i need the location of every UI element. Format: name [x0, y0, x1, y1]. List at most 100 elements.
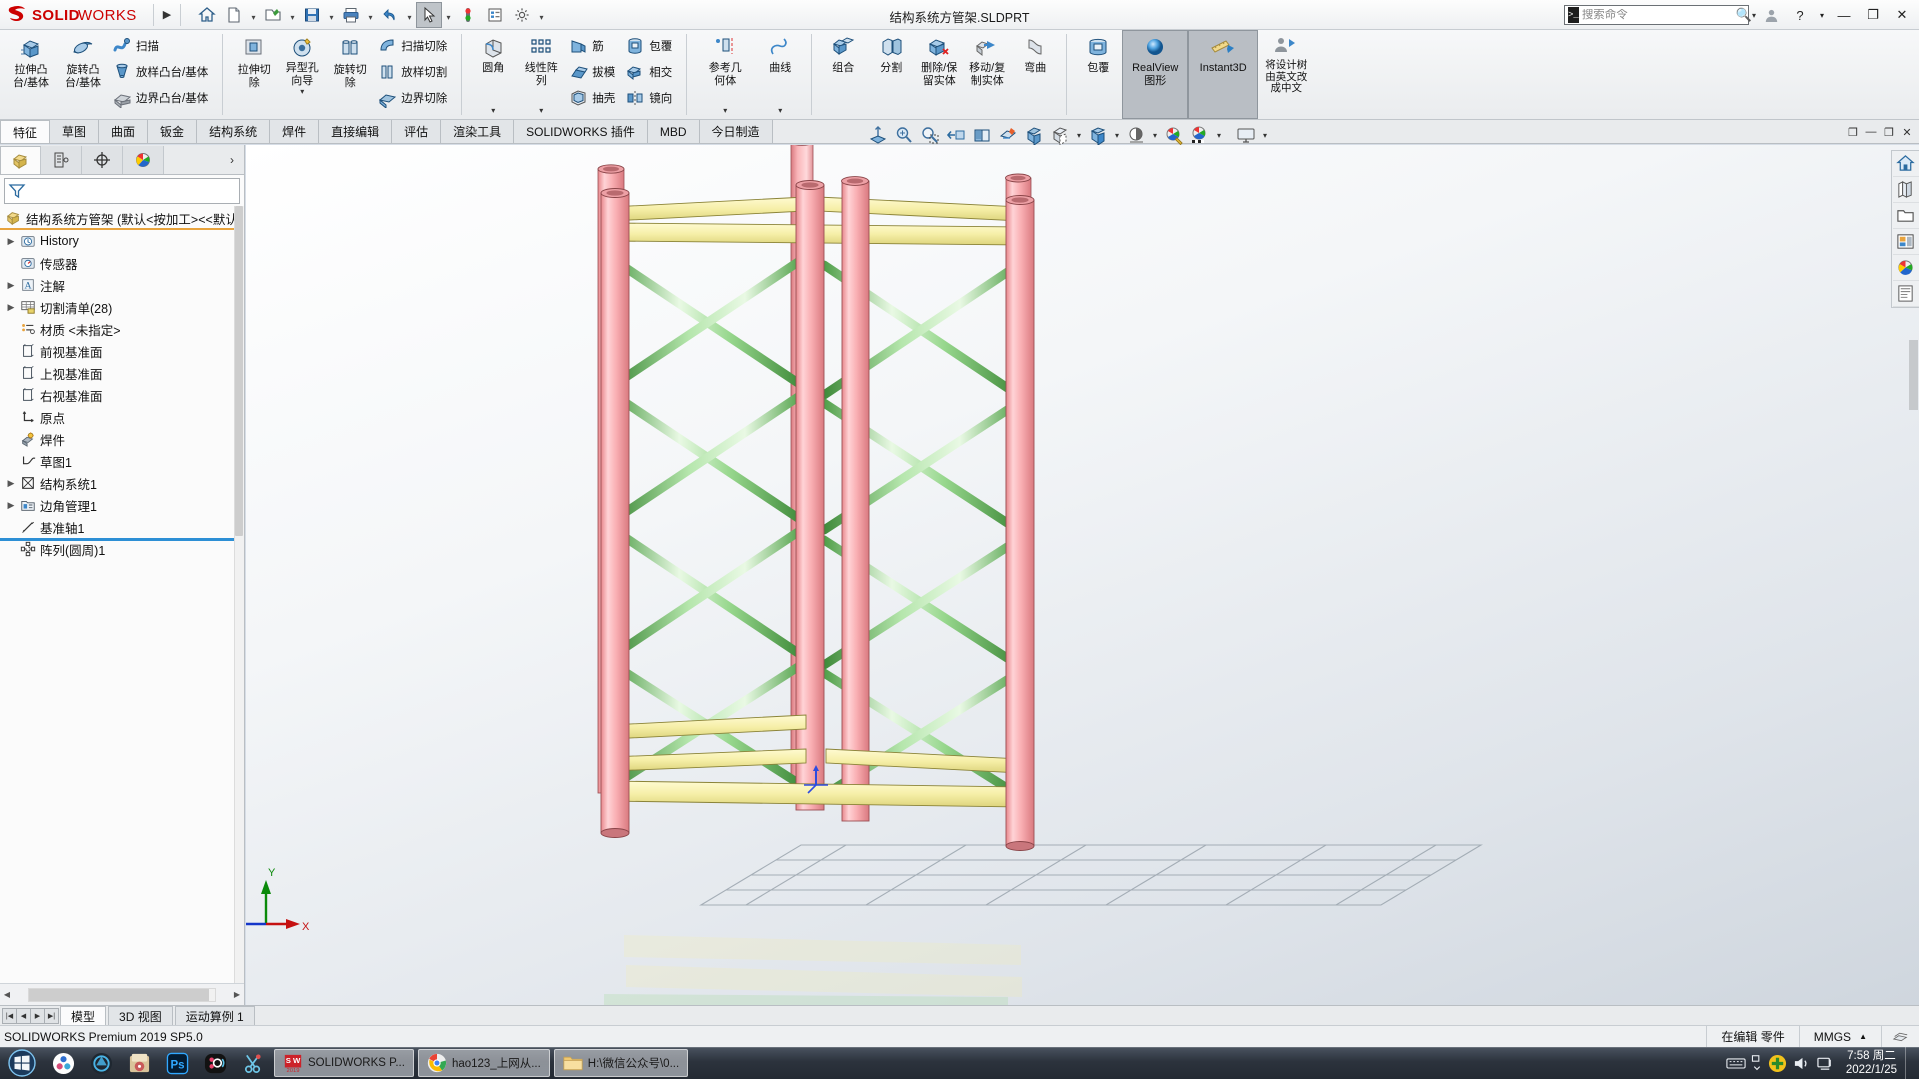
edit-appearance-icon[interactable] [1161, 122, 1187, 148]
restore-button[interactable]: ❐ [1860, 4, 1886, 26]
appearances-scenes-icon[interactable] [1892, 255, 1919, 281]
expand-arrow[interactable]: ▶ [4, 478, 18, 489]
tree-rollback-bar[interactable] [0, 538, 244, 541]
taskbar-task-explorer[interactable]: H:\微信公众号\0... [553, 1049, 689, 1077]
status-units[interactable]: MMGS ▲ [1798, 1025, 1881, 1048]
feature-tree-filter[interactable] [4, 178, 240, 204]
boundary-cut-button[interactable]: 边界切除 [374, 85, 454, 111]
sweep-cut-button[interactable]: 扫描切除 [374, 33, 454, 59]
minimize-button[interactable]: — [1831, 4, 1857, 26]
column-front-right-inner[interactable] [841, 176, 870, 822]
tree-item-axis1[interactable]: 基准轴1 [0, 516, 244, 538]
tree-item-history[interactable]: ▶ History [0, 230, 244, 252]
tree-item-sketch1[interactable]: 草图1 [0, 450, 244, 472]
taskbar-icon-media[interactable] [196, 1047, 234, 1079]
gear-caret[interactable]: ▾ [536, 2, 547, 28]
task-pane-home-icon[interactable] [1892, 151, 1919, 177]
taskbar-icon-folder-app[interactable] [120, 1047, 158, 1079]
open-folder-icon[interactable] [260, 2, 286, 28]
combine-button[interactable]: 组合 [819, 30, 867, 119]
save-caret[interactable]: ▾ [326, 2, 337, 28]
user-account-icon[interactable] [1758, 4, 1784, 26]
loft-cut-button[interactable]: 放样切割 [374, 59, 454, 85]
doc-restore-icon[interactable]: ❐ [1845, 124, 1861, 140]
revolve-boss-button[interactable]: 旋转凸 台/基体 [57, 30, 109, 119]
flex-button[interactable]: 弯曲 [1011, 30, 1059, 119]
tree-item-front-plane[interactable]: 前视基准面 [0, 340, 244, 362]
view-palette-icon[interactable] [1892, 229, 1919, 255]
print-caret[interactable]: ▾ [365, 2, 376, 28]
select-caret[interactable]: ▾ [443, 2, 454, 28]
scroll-left-arrow[interactable]: ◀ [0, 990, 14, 999]
wrap-button[interactable]: 包覆 [622, 33, 679, 59]
scroll-right-arrow[interactable]: ▶ [230, 990, 244, 999]
file-explorer-icon[interactable] [1892, 203, 1919, 229]
doc-minimize-icon[interactable]: — [1863, 124, 1879, 140]
tab-last-arrow[interactable]: ▶| [44, 1007, 59, 1024]
rebuild-icon[interactable] [455, 2, 481, 28]
tree-item-material[interactable]: 材质 <未指定> [0, 318, 244, 340]
shadow-caret[interactable]: ▾ [1149, 122, 1161, 148]
tree-item-weldment[interactable]: 焊件 [0, 428, 244, 450]
zoom-to-area-icon[interactable] [891, 122, 917, 148]
graphics-viewport[interactable]: Y X Z [246, 145, 1919, 1005]
linear-pattern-caret[interactable]: ▾ [539, 106, 543, 115]
hole-wizard-caret[interactable]: ▾ [300, 88, 304, 96]
custom-properties-icon[interactable] [1892, 281, 1919, 307]
curves-caret[interactable]: ▾ [778, 106, 782, 115]
tray-network-icon[interactable] [1814, 1047, 1838, 1079]
taskbar-icon-photoshop[interactable]: Ps [158, 1047, 196, 1079]
save-icon[interactable] [299, 2, 325, 28]
start-button[interactable] [0, 1047, 44, 1079]
doc-maximize-icon[interactable]: ❐ [1881, 124, 1897, 140]
print-icon[interactable] [338, 2, 364, 28]
tab-weldments[interactable]: 焊件 [270, 120, 320, 143]
undo-icon[interactable] [377, 2, 403, 28]
tree-item-structure-system1[interactable]: ▶ 结构系统1 [0, 472, 244, 494]
bottom-tab-3dviews[interactable]: 3D 视图 [108, 1006, 173, 1025]
command-search[interactable]: >_ 🔍 ▾ [1564, 5, 1756, 25]
open-folder-caret[interactable]: ▾ [287, 2, 298, 28]
expand-arrow[interactable]: ▶ [4, 236, 18, 247]
shell-button[interactable]: 抽壳 [565, 85, 622, 111]
fillet-caret[interactable]: ▾ [491, 106, 495, 115]
tab-solidworks-addins[interactable]: SOLIDWORKS 插件 [514, 120, 648, 143]
shadow-view-icon[interactable] [1123, 122, 1149, 148]
tree-item-top-plane[interactable]: 上视基准面 [0, 362, 244, 384]
previous-view-icon[interactable] [943, 122, 969, 148]
sweep-button[interactable]: 扫描 [109, 33, 215, 59]
intersect-button[interactable]: 相交 [622, 59, 679, 85]
menu-expand-arrow[interactable]: ▶ [159, 8, 175, 21]
taskbar-task-solidworks[interactable]: S W 2019 SOLIDWORKS P... [274, 1049, 414, 1077]
delete-keep-body-button[interactable]: 删除/保 留实体 [915, 30, 963, 119]
braces-back-left-bay[interactable] [609, 255, 806, 790]
graphics-vertical-scroll-thumb[interactable] [1909, 340, 1918, 410]
tab-surfaces[interactable]: 曲面 [99, 120, 149, 143]
show-desktop-button[interactable] [1905, 1047, 1915, 1079]
view-settings-icon[interactable] [1233, 122, 1259, 148]
tree-item-origin[interactable]: 原点 [0, 406, 244, 428]
draft-button[interactable]: 拔模 [565, 59, 622, 85]
taskbar-icon-camera[interactable] [82, 1047, 120, 1079]
edit-appearance-cube-icon[interactable] [1085, 122, 1111, 148]
tray-volume-icon[interactable] [1790, 1047, 1814, 1079]
realview-button[interactable]: RealView 图形 [1122, 30, 1189, 119]
tab-evaluate[interactable]: 评估 [392, 120, 442, 143]
section-zoom-icon[interactable] [917, 122, 943, 148]
new-document-caret[interactable]: ▾ [248, 2, 259, 28]
instant3d-button[interactable]: Instant3D [1188, 30, 1259, 119]
bottom-beam-back[interactable] [610, 714, 807, 740]
apply-scene-icon[interactable] [1187, 122, 1213, 148]
tray-keyboard-icon[interactable] [1724, 1047, 1748, 1079]
select-cursor-icon[interactable] [416, 1, 442, 28]
new-document-icon[interactable] [221, 2, 247, 28]
undo-caret[interactable]: ▾ [404, 2, 415, 28]
taskbar-task-browser[interactable]: hao123_上网从... [417, 1049, 550, 1077]
curves-button[interactable]: 曲线 ▾ [756, 30, 804, 119]
hide-show-items-icon[interactable] [1047, 122, 1073, 148]
loft-boss-button[interactable]: 放样凸台/基体 [109, 59, 215, 85]
search-dropdown-caret[interactable]: ▾ [1752, 11, 1756, 20]
tree-item-cut-list[interactable]: ▶ 切割清单(28) [0, 296, 244, 318]
property-manager-tab[interactable] [41, 146, 82, 174]
search-input[interactable] [1581, 9, 1736, 21]
